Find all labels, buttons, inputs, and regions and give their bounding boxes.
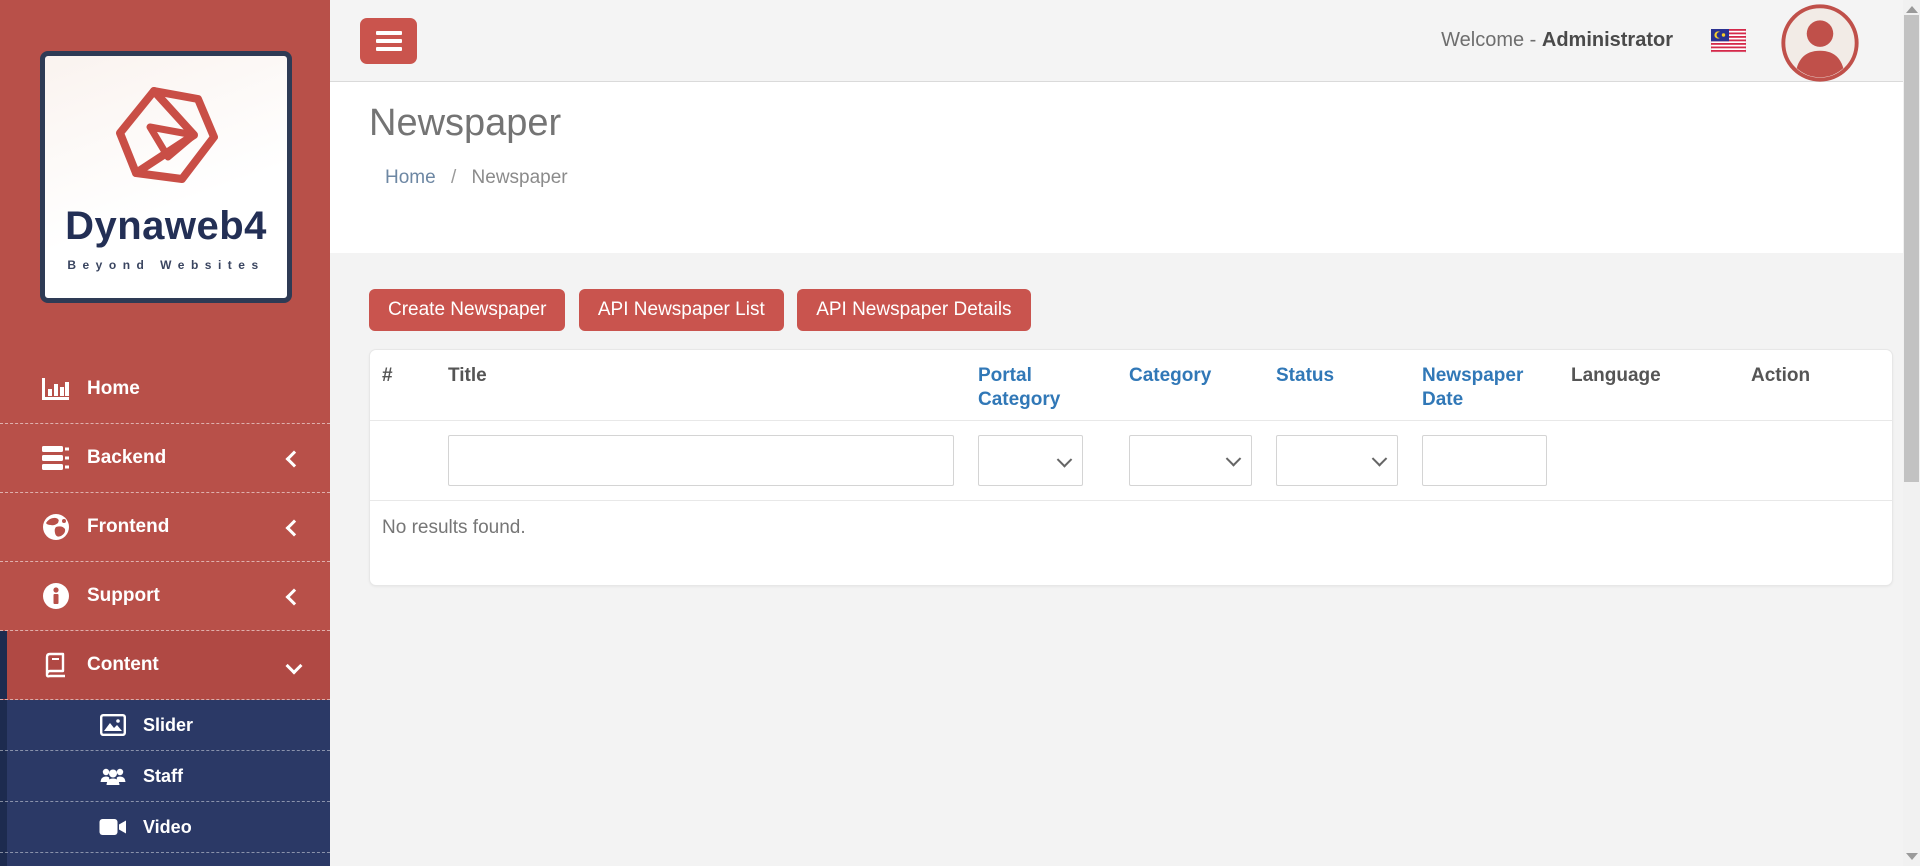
sidebar-subitem-label: Staff bbox=[143, 766, 183, 787]
sidebar-item-label: Home bbox=[87, 378, 140, 400]
scroll-up-arrow-icon[interactable] bbox=[1906, 6, 1918, 13]
sidebar-item-label: Backend bbox=[87, 447, 166, 469]
newspaper-table: # Title Portal Category Category Status … bbox=[370, 350, 1893, 585]
brand-logo-icon bbox=[106, 83, 226, 200]
scroll-down-arrow-icon[interactable] bbox=[1906, 853, 1918, 860]
sidebar-item-label: Frontend bbox=[87, 516, 169, 538]
image-icon bbox=[95, 714, 131, 736]
welcome-text: Welcome - Administrator bbox=[1441, 29, 1673, 52]
topbar: Welcome - Administrator bbox=[330, 0, 1903, 82]
globe-icon bbox=[36, 513, 76, 541]
column-header-status: Status bbox=[1264, 350, 1410, 421]
sidebar-subitem-label: Video bbox=[143, 817, 192, 838]
api-newspaper-details-button[interactable]: API Newspaper Details bbox=[797, 289, 1030, 331]
status-filter-select[interactable] bbox=[1276, 435, 1398, 486]
content-header: Newspaper Home / Newspaper bbox=[330, 82, 1903, 253]
sidebar-item-backend[interactable]: Backend bbox=[0, 424, 330, 493]
username: Administrator bbox=[1542, 29, 1673, 51]
hamburger-menu-icon bbox=[376, 31, 402, 35]
column-header-language: Language bbox=[1559, 350, 1739, 421]
sidebar: Dynaweb4 Beyond Websites Home bbox=[0, 0, 330, 866]
malaysia-flag-icon[interactable] bbox=[1711, 29, 1746, 53]
column-header-index: # bbox=[370, 350, 436, 421]
main-content: Create Newspaper API Newspaper List API … bbox=[330, 253, 1903, 866]
admin-app: Dynaweb4 Beyond Websites Home bbox=[0, 0, 1920, 866]
empty-results-text: No results found. bbox=[370, 501, 1893, 586]
users-icon bbox=[95, 765, 131, 787]
newspaper-date-filter-input[interactable] bbox=[1422, 435, 1547, 486]
breadcrumb-separator: / bbox=[451, 167, 456, 188]
sidebar-item-content[interactable]: Content bbox=[0, 631, 330, 700]
chevron-left-icon bbox=[286, 520, 303, 537]
sidebar-item-label: Content bbox=[87, 654, 159, 676]
create-newspaper-button[interactable]: Create Newspaper bbox=[369, 289, 565, 331]
sort-link-status[interactable]: Status bbox=[1276, 365, 1334, 386]
topbar-right: Welcome - Administrator bbox=[1441, 2, 1859, 80]
breadcrumb-current: Newspaper bbox=[472, 167, 568, 188]
scrollbar-thumb[interactable] bbox=[1904, 15, 1919, 482]
api-newspaper-list-button[interactable]: API Newspaper List bbox=[579, 289, 784, 331]
page-title: Newspaper bbox=[369, 102, 1903, 145]
sidebar-toggle-button[interactable] bbox=[360, 18, 417, 64]
toolbar: Create Newspaper API Newspaper List API … bbox=[369, 289, 1903, 331]
sidebar-item-home[interactable]: Home bbox=[0, 355, 330, 424]
vertical-scrollbar[interactable] bbox=[1903, 0, 1920, 866]
book-icon bbox=[36, 651, 76, 679]
chevron-left-icon bbox=[286, 451, 303, 468]
sidebar-item-frontend[interactable]: Frontend bbox=[0, 493, 330, 562]
brand-logo[interactable]: Dynaweb4 Beyond Websites bbox=[40, 51, 292, 303]
breadcrumb: Home / Newspaper bbox=[385, 167, 1903, 189]
user-avatar[interactable] bbox=[1781, 4, 1859, 82]
column-header-category: Category bbox=[1117, 350, 1264, 421]
sidebar-subitem-label: Slider bbox=[143, 715, 193, 736]
table-header-row: # Title Portal Category Category Status … bbox=[370, 350, 1893, 421]
column-header-action: Action bbox=[1739, 350, 1893, 421]
video-camera-icon bbox=[95, 818, 131, 836]
sort-link-portal-category[interactable]: Portal Category bbox=[978, 365, 1060, 410]
column-header-newspaper-date: Newspaper Date bbox=[1410, 350, 1559, 421]
server-stack-icon bbox=[36, 445, 76, 471]
sort-link-category[interactable]: Category bbox=[1129, 365, 1211, 386]
sidebar-item-label: Support bbox=[87, 585, 160, 607]
portal-category-filter-select[interactable] bbox=[978, 435, 1083, 486]
brand-tagline: Beyond Websites bbox=[67, 258, 264, 272]
grid-panel: # Title Portal Category Category Status … bbox=[369, 349, 1893, 586]
title-filter-input[interactable] bbox=[448, 435, 954, 486]
sidebar-subitem-video[interactable]: Video bbox=[0, 802, 330, 853]
sidebar-subitem-staff[interactable]: Staff bbox=[0, 751, 330, 802]
brand-name: Dynaweb4 bbox=[65, 204, 267, 249]
sidebar-item-support[interactable]: Support bbox=[0, 562, 330, 631]
sidebar-subitem-slider[interactable]: Slider bbox=[0, 700, 330, 751]
column-header-title: Title bbox=[436, 350, 966, 421]
table-filter-row bbox=[370, 421, 1893, 501]
content-submenu: Slider Staff bbox=[0, 700, 330, 866]
info-circle-icon bbox=[36, 582, 76, 610]
category-filter-select[interactable] bbox=[1129, 435, 1252, 486]
bar-chart-icon bbox=[36, 376, 76, 402]
breadcrumb-home-link[interactable]: Home bbox=[385, 167, 436, 188]
sidebar-menu: Home Backend bbox=[0, 355, 330, 866]
empty-results-row: No results found. bbox=[370, 501, 1893, 586]
sort-link-newspaper-date[interactable]: Newspaper Date bbox=[1422, 365, 1523, 410]
chevron-left-icon bbox=[286, 589, 303, 606]
column-header-portal-category: Portal Category bbox=[966, 350, 1117, 421]
chevron-down-icon bbox=[286, 658, 303, 675]
